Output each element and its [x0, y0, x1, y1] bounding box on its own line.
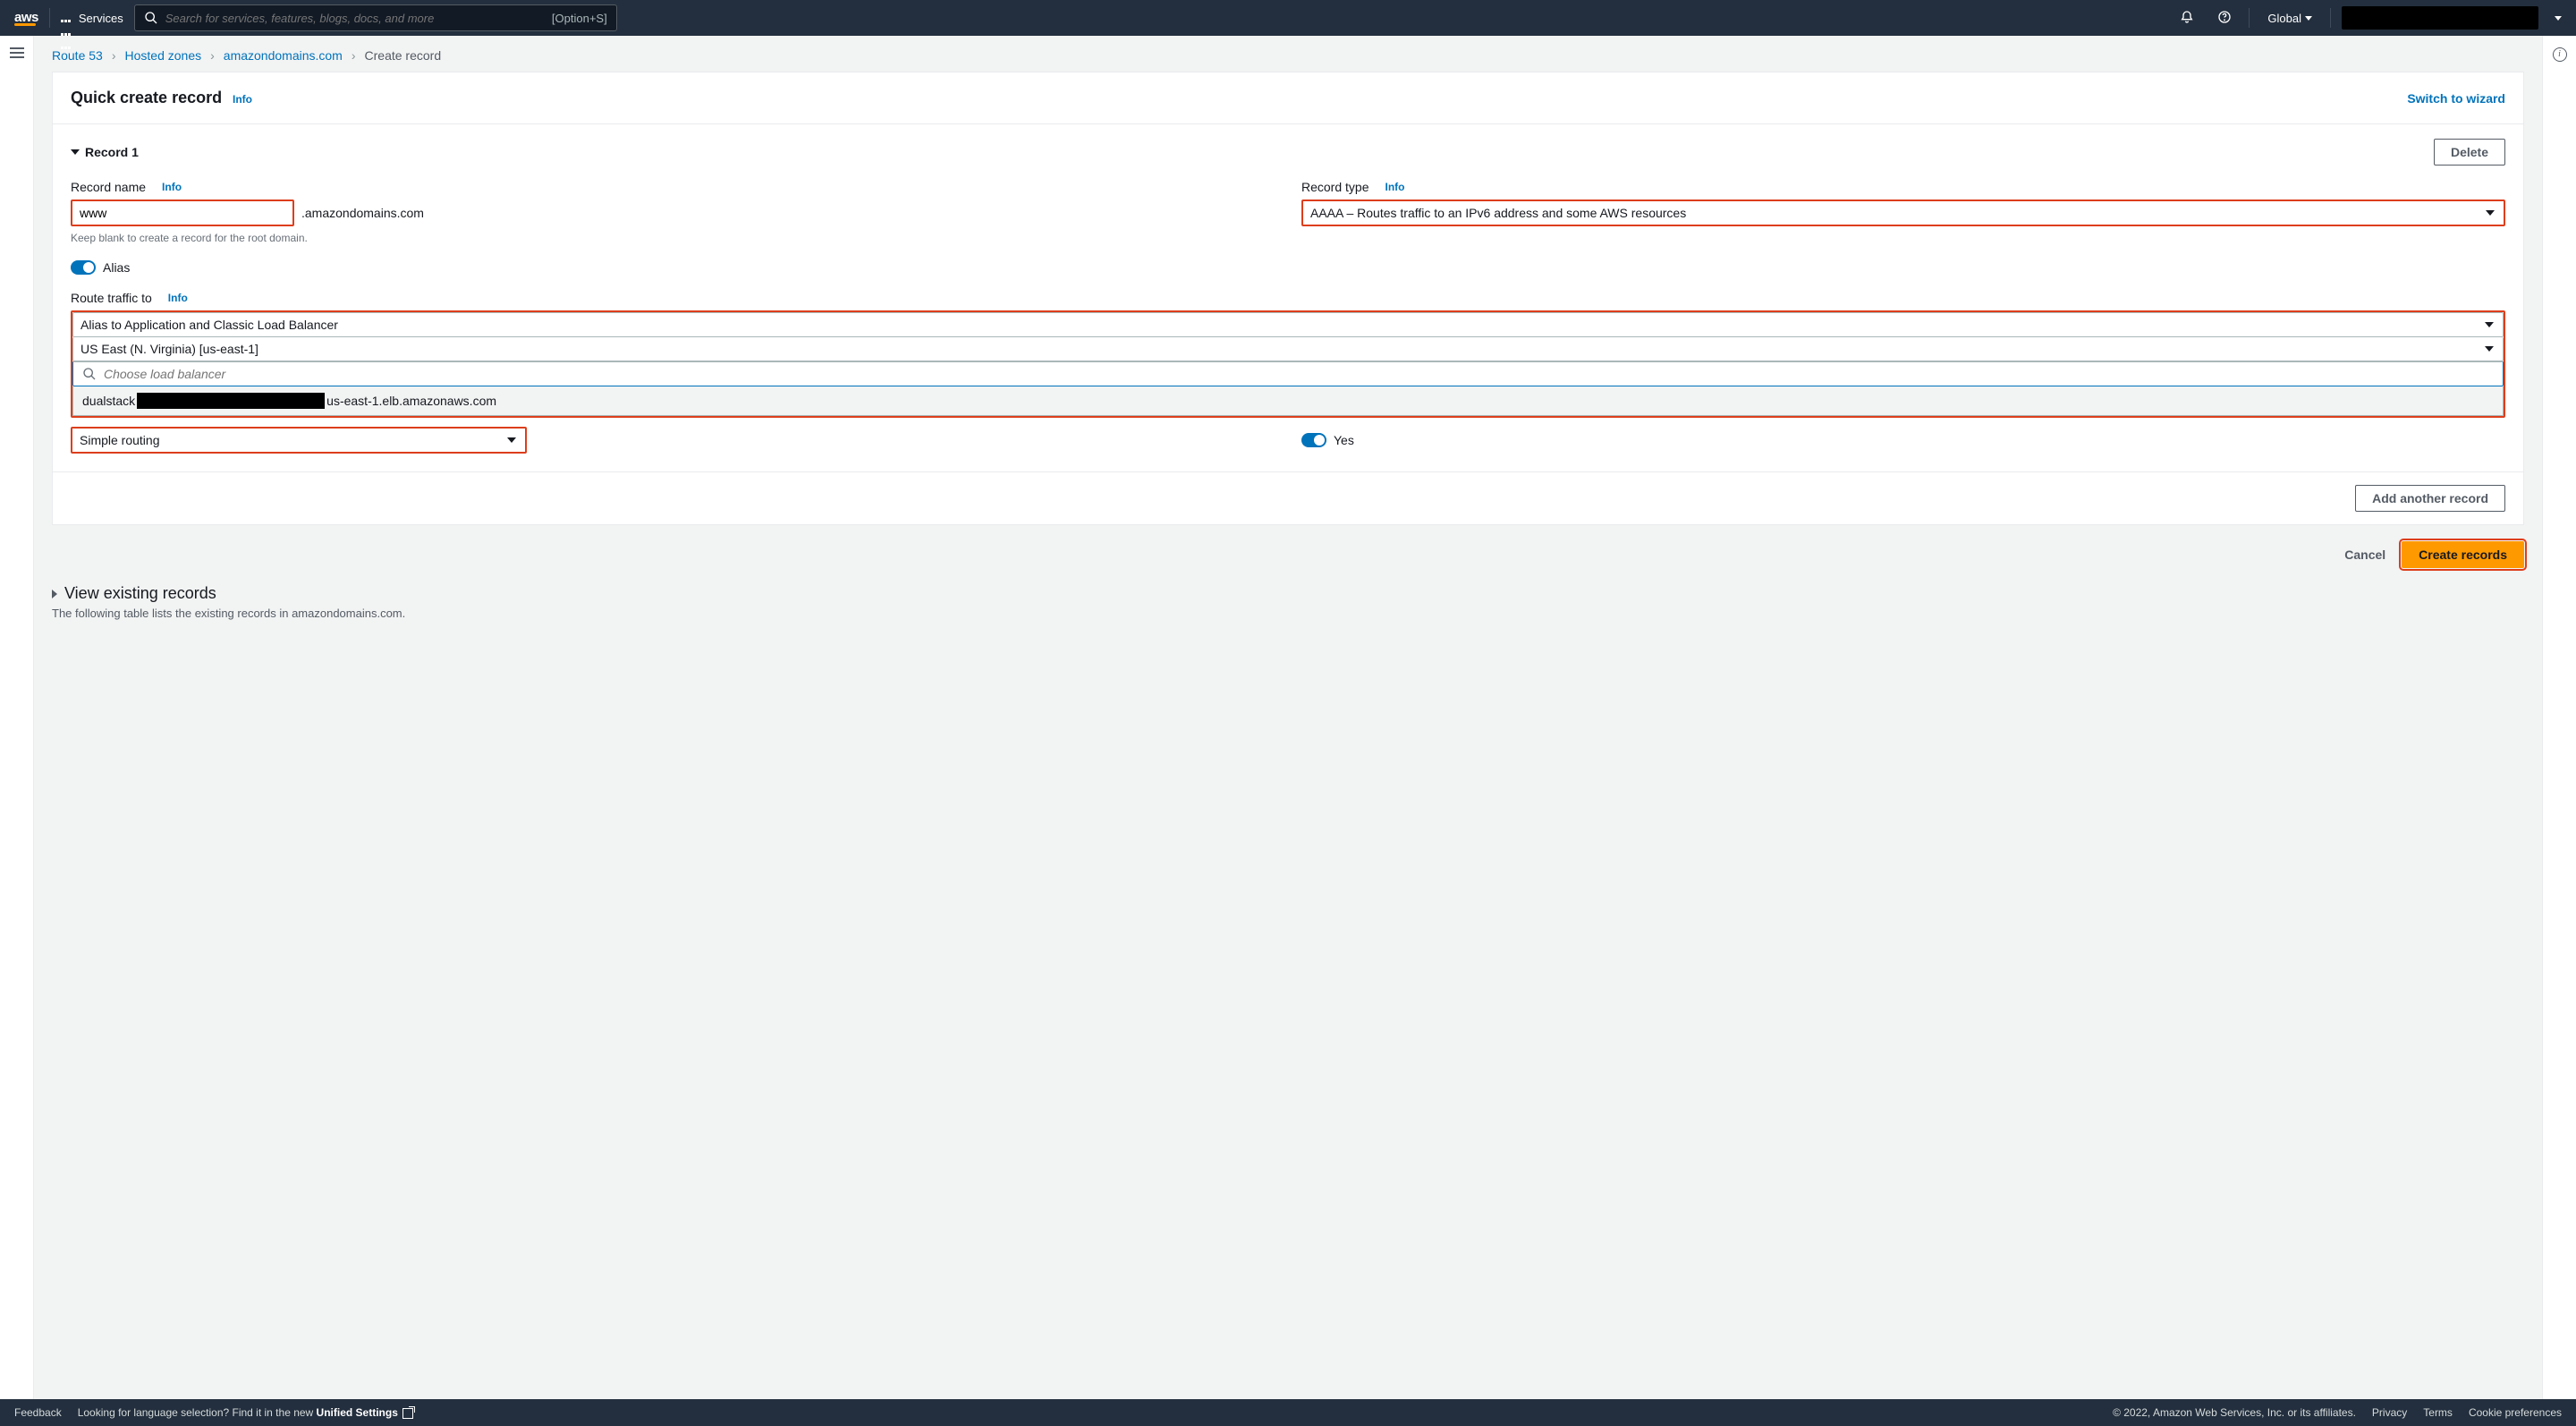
grid-icon [61, 12, 73, 24]
hamburger-icon[interactable] [0, 47, 33, 58]
existing-records-section: View existing records The following tabl… [34, 575, 2542, 638]
domain-suffix: .amazondomains.com [301, 206, 424, 220]
info-link[interactable]: Info [162, 181, 182, 193]
terms-link[interactable]: Terms [2423, 1406, 2453, 1419]
lb-option-suffix: us-east-1.elb.amazonaws.com [326, 394, 496, 408]
cancel-button[interactable]: Cancel [2344, 547, 2385, 562]
external-link-icon [402, 1408, 413, 1419]
record-name-input[interactable] [71, 199, 294, 226]
top-nav: aws Services [Option+S] Global [0, 0, 2576, 36]
region-selector[interactable]: Global [2260, 12, 2319, 25]
alias-target-select[interactable]: Alias to Application and Classic Load Ba… [72, 312, 2504, 337]
cookie-preferences-link[interactable]: Cookie preferences [2469, 1406, 2562, 1419]
footer: Feedback Looking for language selection?… [0, 1399, 2576, 1426]
evaluate-health-row: Yes [1301, 433, 2505, 447]
lang-prompt: Looking for language selection? Find it … [78, 1406, 414, 1419]
chevron-right-icon: › [352, 48, 356, 63]
existing-records-toggle[interactable]: View existing records [52, 584, 2524, 603]
chevron-right-icon [52, 590, 57, 598]
services-menu[interactable]: Services [61, 12, 123, 25]
alias-region-value: US East (N. Virginia) [us-east-1] [80, 342, 258, 356]
evaluate-health-toggle[interactable] [1301, 433, 1326, 447]
region-label: Global [2267, 12, 2301, 25]
routing-policy-select[interactable]: Simple routing [71, 427, 527, 454]
route-traffic-group: Alias to Application and Classic Load Ba… [71, 310, 2505, 418]
existing-records-title: View existing records [64, 584, 216, 603]
unified-settings-link[interactable]: Unified Settings [317, 1406, 414, 1419]
routing-policy-value: Simple routing [80, 433, 160, 447]
breadcrumb-domain[interactable]: amazondomains.com [224, 48, 343, 63]
record-name-hint: Keep blank to create a record for the ro… [71, 232, 1275, 244]
copyright: © 2022, Amazon Web Services, Inc. or its… [2113, 1406, 2356, 1419]
account-menu[interactable] [2342, 6, 2538, 30]
record-type-select[interactable]: AAAA – Routes traffic to an IPv6 address… [1301, 199, 2505, 226]
evaluate-health-label: Yes [1334, 433, 1354, 447]
divider [2330, 8, 2331, 28]
info-icon[interactable]: i [2553, 47, 2567, 62]
chevron-down-icon [2555, 16, 2562, 21]
record-name-field: Record name Info .amazondomains.com Keep… [71, 180, 1275, 244]
feedback-link[interactable]: Feedback [14, 1406, 62, 1419]
alias-target-value: Alias to Application and Classic Load Ba… [80, 318, 338, 332]
alias-toggle-row: Alias [71, 260, 2505, 275]
info-link[interactable]: Info [233, 93, 252, 106]
chevron-right-icon: › [112, 48, 116, 63]
route-traffic-label: Route traffic to [71, 291, 152, 305]
alias-region-select[interactable]: US East (N. Virginia) [us-east-1] [72, 337, 2504, 361]
chevron-down-icon [2485, 346, 2494, 352]
record-type-label: Record type [1301, 180, 1368, 194]
divider [49, 8, 50, 28]
chevron-down-icon [2486, 210, 2495, 216]
record-type-field: Record type Info AAAA – Routes traffic t… [1301, 180, 2505, 244]
help-icon[interactable] [2211, 10, 2238, 27]
record-title: Record 1 [85, 145, 139, 159]
chevron-down-icon [2485, 322, 2494, 327]
search-shortcut: [Option+S] [552, 12, 607, 25]
search-icon [144, 11, 158, 25]
breadcrumb-hosted-zones[interactable]: Hosted zones [125, 48, 202, 63]
left-rail [0, 36, 34, 1399]
aws-logo[interactable]: aws [14, 10, 38, 26]
search-input[interactable] [165, 12, 545, 25]
create-record-panel: Quick create record Info Switch to wizar… [52, 72, 2524, 525]
services-label: Services [79, 12, 123, 25]
lang-prompt-text: Looking for language selection? Find it … [78, 1406, 317, 1419]
record-name-label: Record name [71, 180, 146, 194]
load-balancer-search[interactable] [72, 361, 2504, 386]
privacy-link[interactable]: Privacy [2372, 1406, 2407, 1419]
main-content: Route 53 › Hosted zones › amazondomains.… [34, 36, 2542, 1399]
create-records-button[interactable]: Create records [2402, 541, 2524, 568]
switch-to-wizard-link[interactable]: Switch to wizard [2407, 91, 2505, 106]
page-title: Quick create record [71, 89, 222, 106]
record-type-value: AAAA – Routes traffic to an IPv6 address… [1310, 206, 1686, 220]
chevron-down-icon [71, 149, 80, 155]
existing-records-desc: The following table lists the existing r… [52, 607, 2524, 620]
info-link[interactable]: Info [168, 292, 188, 304]
breadcrumb-route53[interactable]: Route 53 [52, 48, 103, 63]
delete-button[interactable]: Delete [2434, 139, 2505, 166]
breadcrumb-current: Create record [365, 48, 442, 63]
right-rail: i [2542, 36, 2576, 1399]
breadcrumb: Route 53 › Hosted zones › amazondomains.… [34, 36, 2542, 72]
panel-header: Quick create record Info Switch to wizar… [53, 72, 2523, 124]
search-box[interactable]: [Option+S] [134, 4, 617, 31]
record-collapse-toggle[interactable]: Record 1 [71, 145, 139, 159]
panel-footer: Add another record [53, 472, 2523, 524]
alias-toggle[interactable] [71, 260, 96, 275]
divider [2249, 8, 2250, 28]
load-balancer-input[interactable] [104, 367, 2494, 381]
info-link[interactable]: Info [1385, 181, 1404, 193]
notifications-icon[interactable] [2174, 10, 2200, 27]
add-another-record-button[interactable]: Add another record [2355, 485, 2505, 512]
lb-option-prefix: dualstack [82, 394, 135, 408]
record-section: Record 1 Delete Record name Info .amazon… [53, 124, 2523, 472]
chevron-right-icon: › [210, 48, 215, 63]
load-balancer-option[interactable]: dualstack us-east-1.elb.amazonaws.com [72, 386, 2504, 416]
page-actions: Cancel Create records [34, 525, 2542, 575]
alias-label: Alias [103, 260, 130, 275]
redacted-text [137, 393, 325, 409]
search-icon [82, 367, 97, 381]
chevron-down-icon [2305, 16, 2312, 21]
chevron-down-icon [507, 437, 516, 443]
